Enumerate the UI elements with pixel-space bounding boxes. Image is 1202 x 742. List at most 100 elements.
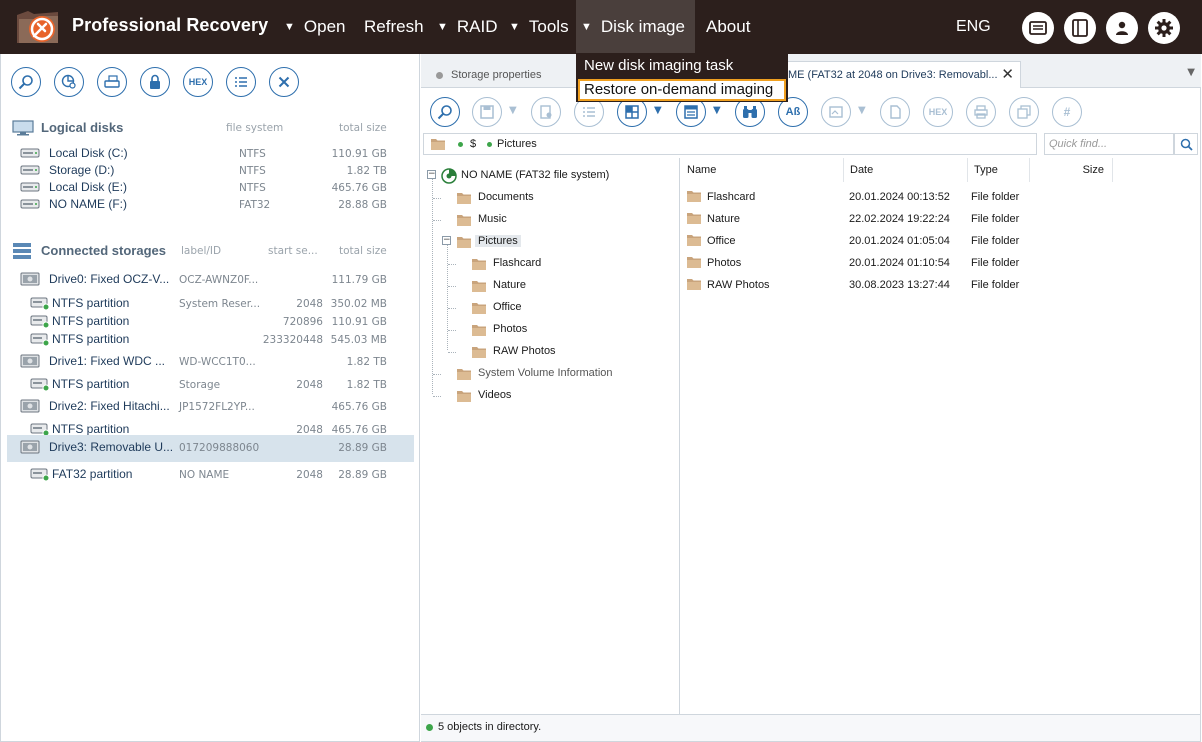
tab-storage-properties[interactable]: Storage properties: [421, 62, 581, 88]
menu-raid[interactable]: ▼ RAID: [437, 0, 498, 54]
folder-icon: [687, 191, 701, 202]
folder-icon: [472, 347, 486, 358]
settings-button[interactable]: [1148, 12, 1180, 44]
storage-partition-row[interactable]: NTFS partition System Reser... 2048 350.02 …: [7, 295, 414, 313]
logical-disk-row[interactable]: Local Disk (C:) NTFS 110.91 GB: [7, 145, 414, 163]
list-item[interactable]: RAW Photos 30.08.2023 13:27:44 File folder: [681, 274, 1200, 296]
tab-file-system[interactable]: ME (FAT32 at 2048 on Drive3: Removabl...…: [779, 61, 1021, 88]
folder-icon: [472, 259, 486, 270]
hash-button[interactable]: #: [1052, 97, 1082, 127]
quick-find-button[interactable]: [1174, 133, 1198, 155]
encryption-button[interactable]: [140, 67, 170, 97]
print-button[interactable]: [966, 97, 996, 127]
folder-icon: [687, 213, 701, 224]
language-selector[interactable]: ENG: [956, 0, 991, 54]
menu-tools[interactable]: ▼ Tools: [509, 0, 569, 54]
close-tab-icon[interactable]: ✕: [1001, 62, 1014, 88]
tab-bar: Storage properties ME (FAT32 at 2048 on …: [421, 54, 1201, 88]
list-item[interactable]: Office 20.01.2024 01:05:04 File folder: [681, 230, 1200, 252]
storage-partition-row[interactable]: NTFS partition Storage 2048 1.82 TB: [7, 376, 414, 394]
tabs-menu-icon[interactable]: ▼: [1187, 67, 1195, 78]
hex-icon: HEX: [928, 107, 948, 117]
partition-icon: [30, 423, 50, 437]
menu-refresh[interactable]: Refresh: [364, 0, 424, 54]
list-view-button[interactable]: [226, 67, 256, 97]
list-item[interactable]: Flashcard 20.01.2024 00:13:52 File folder: [681, 186, 1200, 208]
hard-disk-icon: [20, 182, 40, 192]
logical-disk-row[interactable]: Storage (D:) NTFS 1.82 TB: [7, 162, 414, 180]
path-root[interactable]: $: [470, 138, 476, 150]
logical-disk-name: Storage (D:): [49, 163, 115, 177]
column-storage-total-size[interactable]: total size: [339, 245, 387, 257]
storage-partition-row[interactable]: FAT32 partition NO NAME 2048 28.89 GB: [7, 466, 414, 484]
item-name: RAW Photos: [707, 279, 770, 291]
storage-label: OCZ-AWNZ0F...: [179, 274, 259, 286]
hex-view-button[interactable]: HEX: [923, 97, 953, 127]
menu-restore-on-demand-imaging[interactable]: Restore on-demand imaging: [578, 79, 786, 101]
column-size[interactable]: Size: [1030, 158, 1113, 182]
tab-status-dot: [436, 72, 443, 79]
storage-partition-row[interactable]: NTFS partition 720896 110.91 GB: [7, 313, 414, 331]
column-date[interactable]: Date: [844, 158, 968, 182]
logical-disk-size: 1.82 TB: [346, 165, 387, 177]
tree-line: [432, 178, 433, 394]
storage-size: 28.89 GB: [338, 469, 387, 481]
preview-dropdown-icon[interactable]: ▼: [858, 105, 866, 116]
logical-disk-fs: FAT32: [239, 199, 271, 211]
view-mode-dropdown-icon[interactable]: ▼: [654, 105, 662, 116]
storage-drive-row[interactable]: Drive2: Fixed Hitachi... JP1572FL2YP... 46…: [7, 398, 414, 416]
copy-icon: [1017, 105, 1031, 119]
column-name[interactable]: Name: [681, 158, 844, 182]
preview-button[interactable]: [821, 97, 851, 127]
item-type: File folder: [971, 257, 1020, 269]
column-type[interactable]: Type: [968, 158, 1030, 182]
folder-icon: [472, 325, 486, 336]
list-item[interactable]: Photos 20.01.2024 01:10:54 File folder: [681, 252, 1200, 274]
details-icon: [684, 105, 698, 119]
column-file-system[interactable]: file system: [226, 122, 283, 134]
menu-about[interactable]: About: [706, 0, 750, 54]
path-bar[interactable]: $ Pictures: [423, 133, 1037, 155]
menu-new-disk-imaging-task[interactable]: New disk imaging task: [578, 55, 786, 77]
menu-disk-image[interactable]: ▼ Disk image: [576, 0, 695, 54]
file-properties-button[interactable]: [531, 97, 561, 127]
column-start-sector[interactable]: start se...: [268, 245, 318, 257]
scan-button[interactable]: [11, 67, 41, 97]
drive-icon: [20, 440, 40, 454]
create-image-button[interactable]: [97, 67, 127, 97]
storage-size: 545.03 MB: [330, 334, 387, 346]
save-button[interactable]: [472, 97, 502, 127]
save-dropdown-icon[interactable]: ▼: [509, 105, 517, 116]
storage-drive-row[interactable]: Drive0: Fixed OCZ-V... OCZ-AWNZ0F... 111.7…: [7, 271, 414, 289]
hard-disk-icon: [20, 148, 40, 158]
storage-partition-row[interactable]: NTFS partition 233320448 545.03 MB: [7, 331, 414, 349]
partition-search-button[interactable]: [54, 67, 84, 97]
storage-drive-row[interactable]: Drive1: Fixed WDC ... WD-WCC1T0... 1.82 TB: [7, 353, 414, 371]
storage-drive-row[interactable]: Drive3: Removable U... 017209888060 28.89 …: [7, 435, 414, 462]
collapse-folder-icon[interactable]: −: [442, 236, 451, 245]
logical-disk-row[interactable]: Local Disk (E:) NTFS 465.76 GB: [7, 179, 414, 197]
quick-find-input[interactable]: Quick find...: [1044, 133, 1174, 155]
storage-name: FAT32 partition: [52, 467, 133, 481]
account-button[interactable]: [1106, 12, 1138, 44]
document-icon: [890, 105, 901, 119]
messages-button[interactable]: [1022, 12, 1054, 44]
hex-viewer-button[interactable]: HEX: [183, 67, 213, 97]
menu-open[interactable]: ▼ Open: [284, 0, 345, 54]
collapse-root-icon[interactable]: −: [427, 170, 436, 179]
partition-icon: [30, 468, 50, 482]
path-current-folder[interactable]: Pictures: [497, 138, 537, 150]
logical-disk-name: Local Disk (C:): [49, 146, 128, 160]
storage-label: JP1572FL2YP...: [179, 401, 255, 413]
folder-icon: [457, 193, 471, 204]
copy-button[interactable]: [1009, 97, 1039, 127]
logical-disk-row[interactable]: NO NAME (F:) FAT32 28.88 GB: [7, 196, 414, 214]
list-item[interactable]: Nature 22.02.2024 19:22:24 File folder: [681, 208, 1200, 230]
scan-fs-button[interactable]: [430, 97, 460, 127]
details-dropdown-icon[interactable]: ▼: [713, 105, 721, 116]
column-total-size[interactable]: total size: [339, 122, 387, 134]
column-label-id[interactable]: label/ID: [181, 245, 221, 257]
close-storage-button[interactable]: [269, 67, 299, 97]
open-file-button[interactable]: [880, 97, 910, 127]
panel-toggle-button[interactable]: [1064, 12, 1096, 44]
